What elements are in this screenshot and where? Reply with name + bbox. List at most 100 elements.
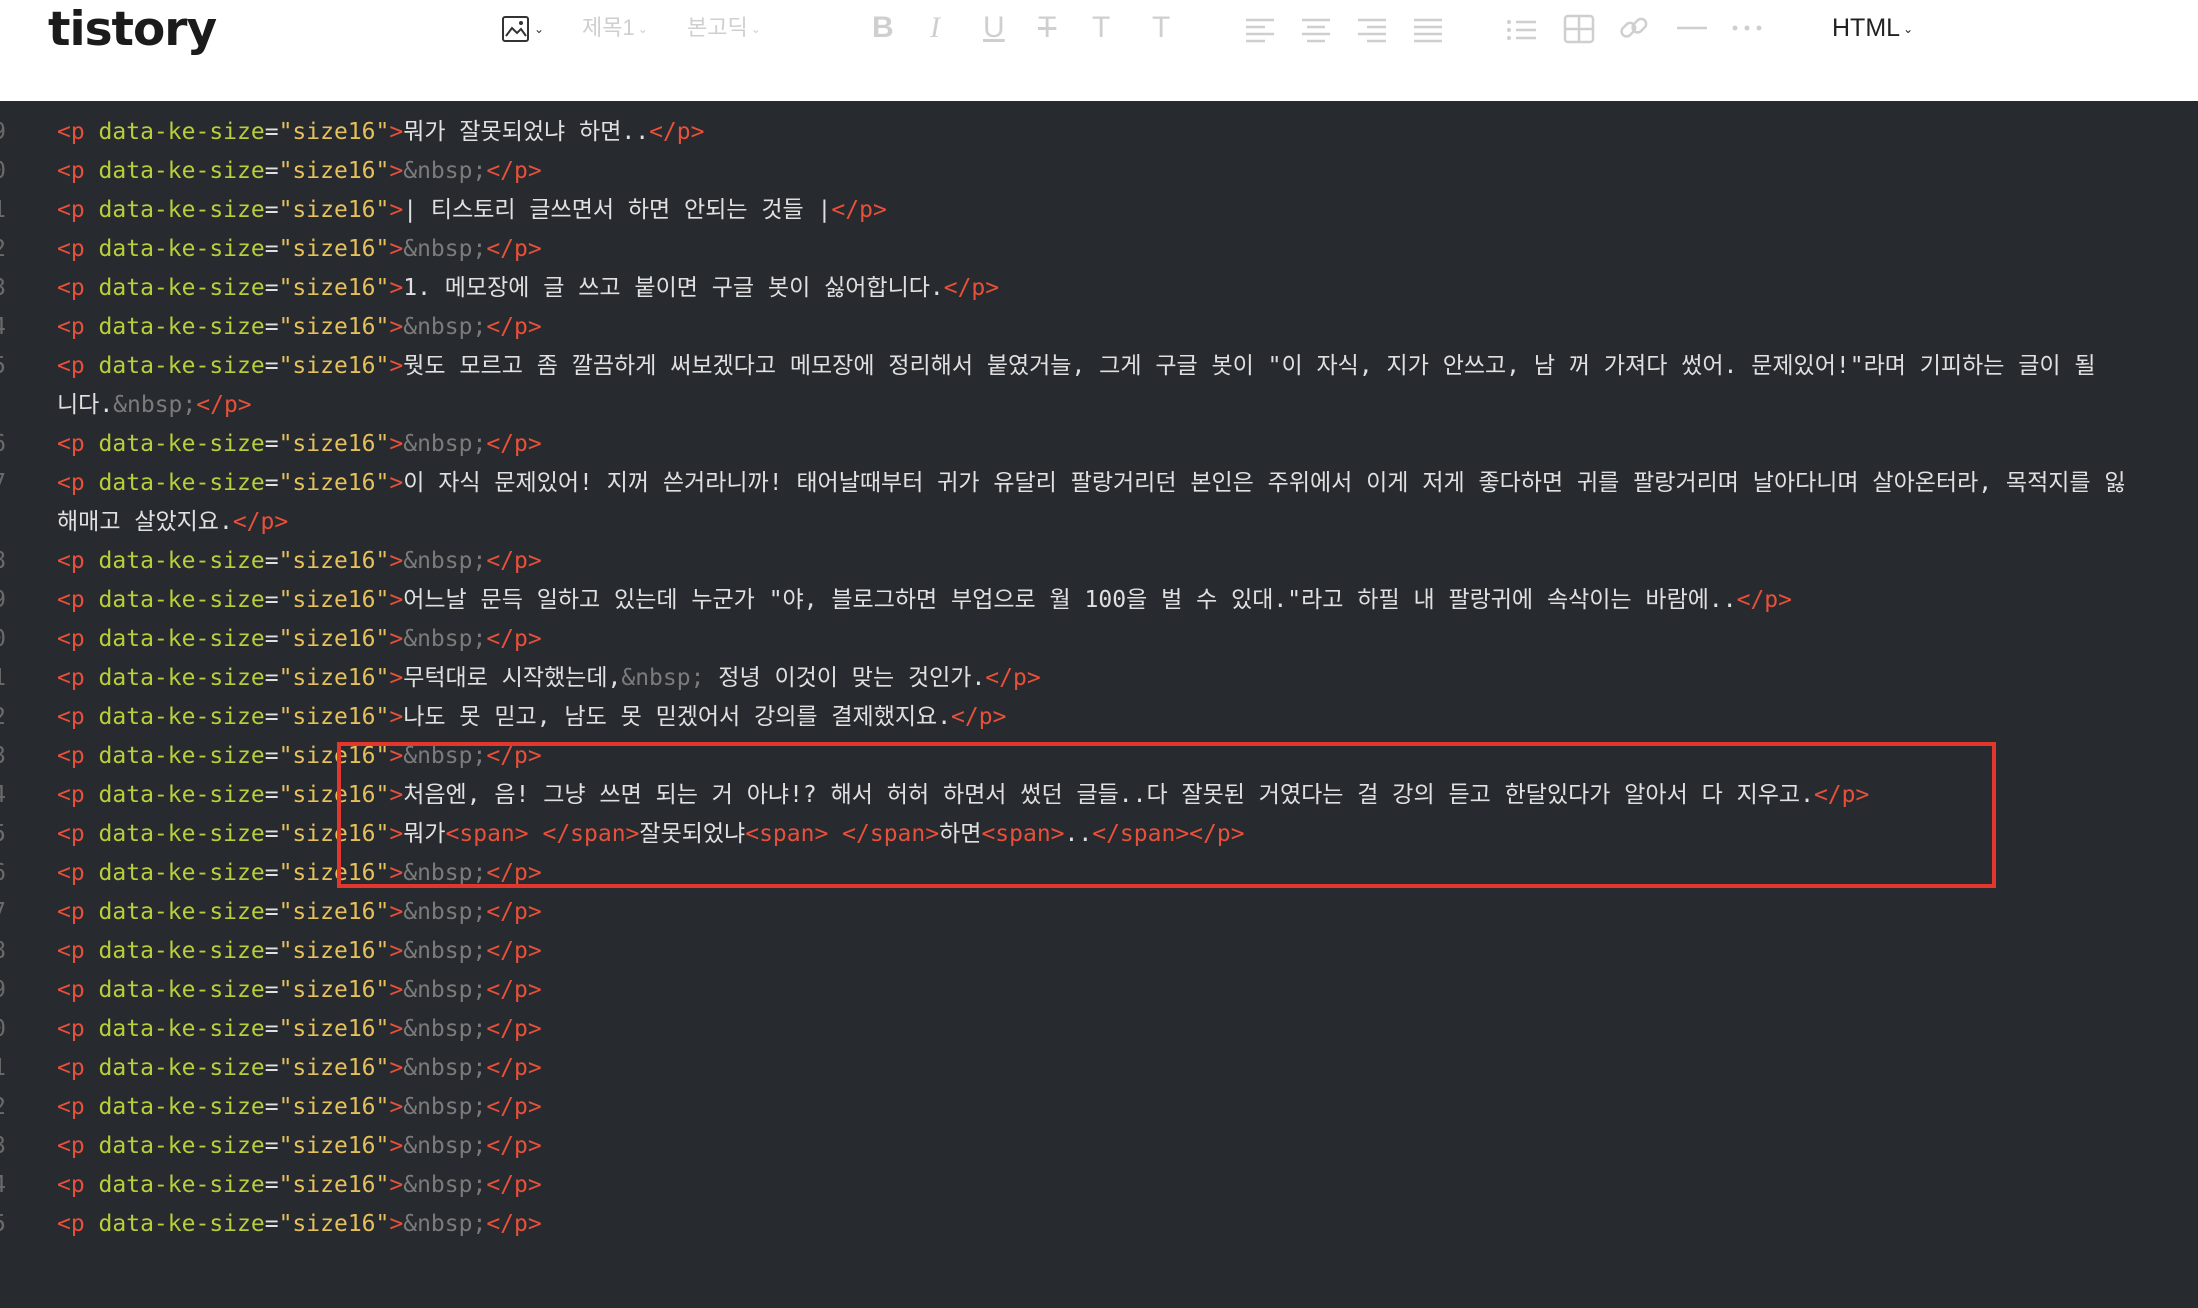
attr-value: "size16" [278, 548, 390, 574]
table-icon[interactable] [1563, 8, 1595, 48]
attr-value: "size16" [278, 665, 390, 691]
strikethrough-icon[interactable]: T [1038, 8, 1056, 48]
code-text: <p data-ke-size="size16">처음엔, 음! 그냥 쓰면 되… [57, 776, 1869, 815]
code-line[interactable]: 5<p data-ke-size="size16">뭐가<span> </spa… [0, 815, 2198, 854]
code-line[interactable]: 9 <p data-ke-size="size16">뭐가 잘못되었냐 하면..<… [0, 113, 2198, 152]
image-icon [501, 14, 531, 44]
code-line[interactable]: 4 <p data-ke-size="size16">&nbsp;</p> [0, 308, 2198, 347]
editor-mode-value: HTML [1832, 14, 1901, 42]
attr-eq: = [264, 275, 279, 301]
code-line[interactable]: 3 <p data-ke-size="size16">1. 메모장에 글 쓰고 붙… [0, 269, 2198, 308]
code-text: <p data-ke-size="size16">&nbsp;</p> [57, 1127, 542, 1166]
text-color-icon[interactable]: T [1092, 8, 1110, 48]
divider-icon[interactable] [1676, 8, 1708, 48]
nbsp-entity: &nbsp; [403, 1055, 487, 1081]
span-tag: <span> </span> [745, 821, 940, 847]
heading-select[interactable]: 제목1 ⌄ [582, 8, 648, 48]
image-button[interactable]: ⌄ [501, 8, 544, 48]
code-line[interactable]: 9 <p data-ke-size="size16">&nbsp;</p> [0, 971, 2198, 1010]
code-line[interactable]: 3 <p data-ke-size="size16">&nbsp;</p> [0, 737, 2198, 776]
code-line[interactable]: 5 <p data-ke-size="size16">&nbsp;</p> [0, 1205, 2198, 1244]
line-number: 7 [0, 464, 6, 503]
line-number: 2 [0, 698, 6, 737]
bg-color-icon[interactable]: T [1152, 8, 1170, 48]
code-line[interactable]: 5 <p data-ke-size="size16">뭣도 모르고 좀 깔끔하게 … [0, 347, 2198, 386]
tag-gt: > [389, 587, 404, 613]
code-line[interactable]: 8 <p data-ke-size="size16">&nbsp;</p> [0, 542, 2198, 581]
align-right-icon[interactable] [1357, 8, 1387, 48]
attr-name: data-ke-size [98, 1133, 265, 1159]
code-line[interactable]: 4 <p data-ke-size="size16">처음엔, 음! 그냥 쓰면 … [0, 776, 2198, 815]
more-icon[interactable] [1731, 8, 1763, 48]
code-line[interactable]: 8 <p data-ke-size="size16">&nbsp;</p> [0, 932, 2198, 971]
line-number: 2 [0, 1088, 6, 1127]
line-number: 4 [0, 308, 6, 347]
tag-open: <p [57, 470, 99, 496]
editor-mode-select[interactable]: HTML ⌄ [1832, 8, 1913, 48]
line-number: 6 [0, 854, 6, 893]
link-icon[interactable] [1618, 8, 1650, 48]
code-line[interactable]: 니다.&nbsp;</p> [0, 386, 2198, 425]
code-line[interactable]: 4 <p data-ke-size="size16">&nbsp;</p> [0, 1166, 2198, 1205]
code-line[interactable]: 1 <p data-ke-size="size16">무턱대로 시작했는데,&nb… [0, 659, 2198, 698]
attr-value: "size16" [278, 938, 390, 964]
attr-value: "size16" [278, 1172, 390, 1198]
text-content: 뭐가 잘못되었냐 하면.. [403, 119, 650, 145]
code-line[interactable]: 1 <p data-ke-size="size16">| 티스토리 글쓰면서 하면… [0, 191, 2198, 230]
code-text: <p data-ke-size="size16">&nbsp;</p> [57, 230, 542, 269]
attr-eq: = [264, 1172, 279, 1198]
attr-eq: = [264, 1055, 279, 1081]
code-line[interactable]: 6 <p data-ke-size="size16">&nbsp;</p> [0, 425, 2198, 464]
tag-gt: > [389, 704, 404, 730]
code-line[interactable]: 2 <p data-ke-size="size16">나도 못 믿고, 남도 못 … [0, 698, 2198, 737]
code-line[interactable]: 0 <p data-ke-size="size16">&nbsp;</p> [0, 1010, 2198, 1049]
code-line[interactable]: 0 <p data-ke-size="size16">&nbsp;</p> [0, 152, 2198, 191]
text-content: 뭐가 [403, 821, 446, 847]
tag-open: <p [57, 548, 99, 574]
underline-icon[interactable]: U [983, 8, 1005, 48]
code-line[interactable]: 해매고 살았지요.</p> [0, 503, 2198, 542]
tistory-logo[interactable]: tistory [48, 2, 217, 58]
tag-close: </p> [486, 743, 542, 769]
align-left-icon[interactable] [1245, 8, 1275, 48]
attr-value: "size16" [278, 314, 390, 340]
code-line[interactable]: 3 <p data-ke-size="size16">&nbsp;</p> [0, 1127, 2198, 1166]
attr-name: data-ke-size [98, 548, 265, 574]
tag-open: <p [57, 626, 99, 652]
tag-close: </p> [486, 1133, 542, 1159]
tag-gt: > [389, 314, 404, 340]
font-select[interactable]: 본고딕 ⌄ [687, 8, 761, 48]
text-content: 어느날 문득 일하고 있는데 누군가 "야, 블로그하면 부업으로 월 100을… [403, 587, 1737, 613]
code-line[interactable]: 7 <p data-ke-size="size16">&nbsp;</p> [0, 893, 2198, 932]
span-tag: <span> </span> [445, 821, 640, 847]
nbsp-entity: &nbsp; [403, 1211, 487, 1237]
attr-name: data-ke-size [98, 1016, 265, 1042]
html-code-editor[interactable]: 9<p data-ke-size="size16">뭐가 잘못되었냐 하면..<… [0, 101, 2198, 1308]
code-line[interactable]: 7 <p data-ke-size="size16">이 자식 문제있어! 지꺼 … [0, 464, 2198, 503]
code-line[interactable]: 0 <p data-ke-size="size16">&nbsp;</p> [0, 620, 2198, 659]
tag-gt: > [389, 353, 404, 379]
align-center-icon[interactable] [1301, 8, 1331, 48]
line-number: 9 [0, 971, 6, 1010]
tag-gt: > [389, 665, 404, 691]
tag-close: </p> [486, 899, 542, 925]
span-tag: </span> [1092, 821, 1190, 847]
nbsp-entity: &nbsp; [403, 1133, 487, 1159]
attr-name: data-ke-size [98, 353, 265, 379]
code-line[interactable]: 2 <p data-ke-size="size16">&nbsp;</p> [0, 230, 2198, 269]
align-justify-icon[interactable] [1413, 8, 1443, 48]
code-line[interactable]: 1 <p data-ke-size="size16">&nbsp;</p> [0, 1049, 2198, 1088]
tag-gt: > [389, 548, 404, 574]
code-text: <p data-ke-size="size16">나도 못 믿고, 남도 못 믿… [57, 698, 1006, 737]
nbsp-entity: &nbsp; [403, 1016, 487, 1042]
code-line[interactable]: 2 <p data-ke-size="size16">&nbsp;</p> [0, 1088, 2198, 1127]
list-icon[interactable] [1506, 8, 1538, 48]
code-line[interactable]: 6 <p data-ke-size="size16">&nbsp;</p> [0, 854, 2198, 893]
code-text: <p data-ke-size="size16">&nbsp;</p> [57, 425, 542, 464]
nbsp-entity: &nbsp; [403, 158, 487, 184]
tag-gt: > [389, 821, 404, 847]
line-number: 1 [0, 1049, 6, 1088]
code-line[interactable]: 9 <p data-ke-size="size16">어느날 문득 일하고 있는데… [0, 581, 2198, 620]
bold-icon[interactable]: B [872, 8, 894, 48]
italic-icon[interactable]: I [930, 8, 940, 48]
